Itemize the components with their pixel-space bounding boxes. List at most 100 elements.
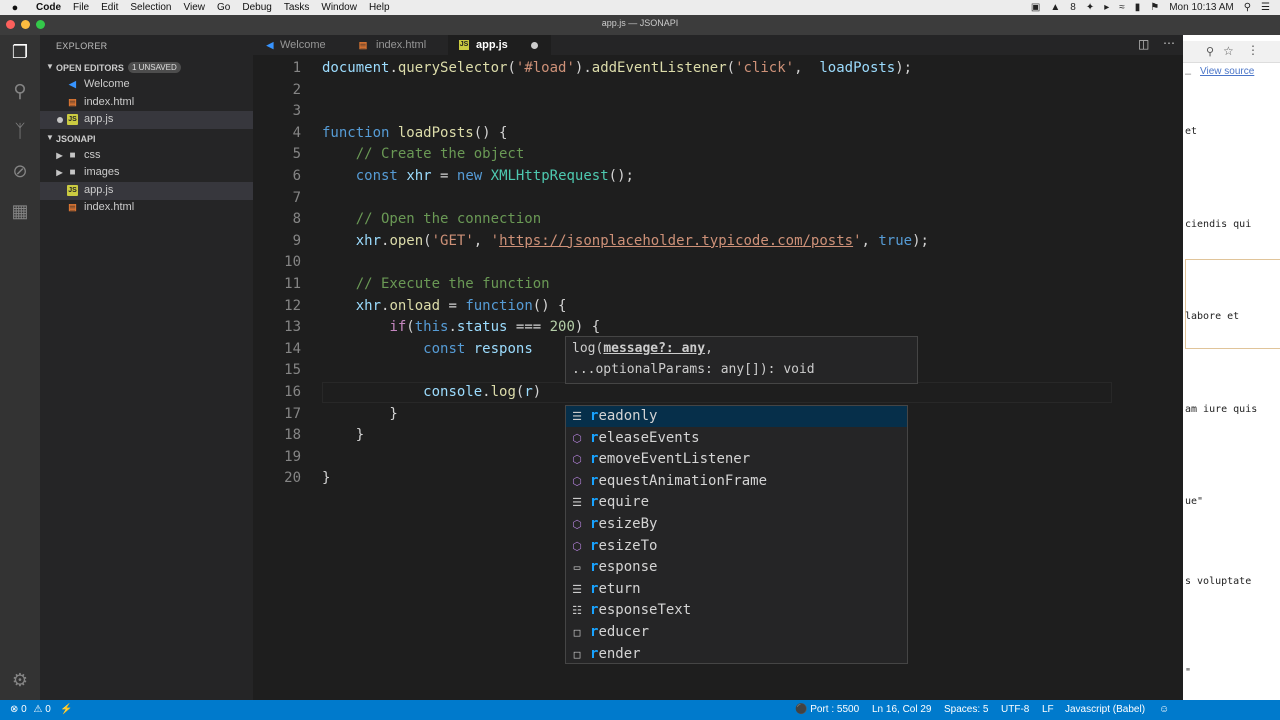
- menu-go[interactable]: Go: [211, 2, 236, 13]
- code-line[interactable]: if(this.status === 200) {: [322, 319, 600, 335]
- flag-icon[interactable]: ⚑: [1150, 2, 1159, 13]
- file-app-js[interactable]: JS app.js: [40, 182, 253, 200]
- open-editor-app-js[interactable]: JS app.js: [40, 111, 253, 129]
- menu-view[interactable]: View: [178, 2, 212, 13]
- tab-index-html[interactable]: ▤ index.html: [348, 35, 448, 55]
- notification-center-icon[interactable]: ☰: [1261, 2, 1270, 13]
- code-token: }: [322, 470, 331, 487]
- zoom-icon[interactable]: ⚲: [1206, 45, 1214, 58]
- code-line[interactable]: const xhr = new XMLHttpRequest();: [322, 168, 634, 184]
- indentation-setting[interactable]: Spaces: 5: [944, 704, 988, 715]
- code-line[interactable]: // Open the connection: [322, 211, 541, 227]
- suggestion-item[interactable]: ⬡ removeEventListener: [566, 449, 907, 470]
- search-view-icon[interactable]: ⚲: [8, 79, 32, 103]
- screen-icon[interactable]: ▣: [1031, 2, 1040, 13]
- snippet-kind-icon: □: [573, 626, 581, 639]
- tab-welcome[interactable]: ◀ Welcome: [253, 35, 348, 55]
- menu-tasks[interactable]: Tasks: [278, 2, 316, 13]
- open-editors-label: OPEN EDITORS: [56, 63, 124, 73]
- bluetooth-icon[interactable]: ✦: [1086, 2, 1094, 13]
- folder-css[interactable]: ▶ ■ css: [40, 147, 253, 165]
- suggestion-item[interactable]: ▭ response: [566, 557, 907, 578]
- code-line[interactable]: console.log(r): [322, 384, 541, 400]
- code-line[interactable]: xhr.onload = function() {: [322, 298, 567, 314]
- line-number: 10: [284, 254, 301, 271]
- folder-images[interactable]: ▶ ■ images: [40, 164, 253, 182]
- cursor-position[interactable]: Ln 16, Col 29: [872, 704, 932, 715]
- suggestion-item[interactable]: ⬡ requestAnimationFrame: [566, 471, 907, 492]
- apple-icon[interactable]: ●: [0, 2, 30, 14]
- feedback-smiley-icon[interactable]: ☺: [1159, 704, 1169, 715]
- suggestion-item[interactable]: ☷ responseText: [566, 600, 907, 621]
- menu-selection[interactable]: Selection: [124, 2, 177, 13]
- scroll-up-icon[interactable]: –: [1185, 68, 1191, 80]
- code-token: querySelector: [397, 60, 508, 76]
- code-token: );: [912, 232, 929, 249]
- unsaved-dot-icon[interactable]: [531, 42, 538, 49]
- open-editor-index-html[interactable]: ▤ index.html: [40, 94, 253, 112]
- code-line[interactable]: xhr.open('GET', 'https://jsonplaceholder…: [322, 233, 929, 249]
- code-token: xhr: [406, 168, 432, 184]
- suggestion-item[interactable]: ⬡ releaseEvents: [566, 428, 907, 449]
- variable-kind-icon: ▭: [573, 561, 581, 575]
- live-server-port[interactable]: ⚫ Port : 5500: [795, 704, 859, 715]
- suggestion-label: reducer: [590, 624, 650, 640]
- menu-window[interactable]: Window: [315, 2, 363, 13]
- code-line[interactable]: }: [322, 406, 397, 422]
- suggestion-item[interactable]: ⬡ resizeBy: [566, 514, 907, 535]
- suggestion-label: responseText: [590, 602, 692, 619]
- code-token: .: [482, 384, 491, 400]
- menu-file[interactable]: File: [67, 2, 95, 13]
- code-line[interactable]: // Execute the function: [322, 276, 550, 292]
- wifi-icon[interactable]: ≈: [1119, 2, 1125, 13]
- menu-help[interactable]: Help: [363, 2, 396, 13]
- menubar-clock[interactable]: Mon 10:13 AM: [1169, 2, 1233, 13]
- code-line[interactable]: const respons: [322, 341, 533, 357]
- code-line[interactable]: document.querySelector('#load').addEvent…: [322, 60, 912, 76]
- suggestion-item[interactable]: ⬡ resizeTo: [566, 536, 907, 557]
- code-line[interactable]: function loadPosts() {: [322, 125, 507, 141]
- language-mode[interactable]: Javascript (Babel): [1065, 704, 1145, 715]
- debug-icon[interactable]: ⊘: [8, 159, 32, 183]
- open-editor-welcome[interactable]: ◀ Welcome: [40, 76, 253, 94]
- code-token: ,: [473, 232, 491, 249]
- volume-icon[interactable]: ▸: [1104, 2, 1109, 13]
- broadcast-icon: ⚫: [795, 704, 808, 715]
- open-editors-section[interactable]: ▼ OPEN EDITORS 1 UNSAVED: [40, 59, 253, 77]
- source-control-icon[interactable]: ᛉ: [8, 119, 32, 143]
- code-line[interactable]: // Create the object: [322, 146, 525, 162]
- menu-edit[interactable]: Edit: [95, 2, 124, 13]
- browser-menu-icon[interactable]: ⋮: [1247, 43, 1259, 57]
- view-source-link[interactable]: View source: [1200, 66, 1254, 77]
- tab-app-js[interactable]: JS app.js: [448, 35, 551, 55]
- settings-gear-icon[interactable]: ⚙: [8, 668, 32, 692]
- suggestion-item[interactable]: ☰ require: [566, 492, 907, 513]
- explorer-icon[interactable]: ❐: [8, 40, 32, 64]
- menu-app-code[interactable]: Code: [30, 2, 67, 13]
- file-index-html[interactable]: ▤ index.html: [40, 199, 253, 217]
- extensions-icon[interactable]: ▦: [8, 199, 32, 223]
- split-editor-icon[interactable]: ◫: [1138, 37, 1149, 51]
- eol-setting[interactable]: LF: [1042, 704, 1054, 715]
- file-kind-icon: ☷: [572, 604, 582, 618]
- notification-badge-icon[interactable]: ▲: [1050, 2, 1060, 13]
- suggestion-item[interactable]: □ render: [566, 644, 907, 665]
- unsaved-dot-icon[interactable]: [57, 117, 63, 123]
- more-actions-icon[interactable]: ⋯: [1163, 36, 1175, 50]
- suggestion-item[interactable]: □ reducer: [566, 622, 907, 643]
- search-icon[interactable]: ⚲: [1244, 2, 1251, 13]
- menu-debug[interactable]: Debug: [236, 2, 277, 13]
- lightning-icon[interactable]: ⚡: [60, 704, 72, 715]
- suggestion-item[interactable]: ☰ readonly: [566, 406, 907, 427]
- code-line[interactable]: }: [322, 427, 364, 443]
- code-token: const: [423, 340, 466, 357]
- suggestion-label: removeEventListener: [590, 451, 751, 468]
- project-section[interactable]: ▼ JSONAPI: [40, 130, 253, 148]
- encoding-setting[interactable]: UTF-8: [1001, 704, 1029, 715]
- code-line[interactable]: }: [322, 470, 330, 486]
- suggestion-item[interactable]: ☰ return: [566, 579, 907, 600]
- battery-icon[interactable]: ▮: [1135, 2, 1141, 13]
- problems-indicator[interactable]: ⊗ 0 ⚠ 0: [10, 704, 51, 715]
- bookmark-star-icon[interactable]: ☆: [1223, 44, 1234, 58]
